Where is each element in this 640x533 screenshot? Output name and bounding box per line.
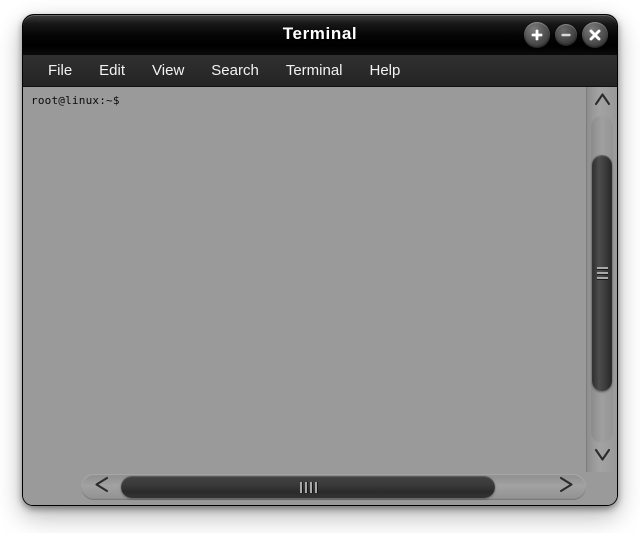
scroll-right-button[interactable] <box>548 476 582 498</box>
close-icon <box>588 28 602 42</box>
terminal-prompt-line: root@linux:~$ <box>31 94 120 107</box>
terminal-row: root@linux:~$ <box>23 87 617 472</box>
menu-item-help[interactable]: Help <box>359 59 412 82</box>
vertical-scrollbar[interactable] <box>586 87 617 472</box>
window-body: root@linux:~$ <box>23 87 617 505</box>
window-controls <box>524 22 608 48</box>
minimize-button[interactable] <box>555 24 577 46</box>
screen: Terminal File Edit View Search Terminal … <box>0 0 640 533</box>
title-bar[interactable]: Terminal <box>23 15 617 55</box>
scroll-left-button[interactable] <box>85 476 119 498</box>
grip-line <box>596 276 608 279</box>
horizontal-scroll-track[interactable] <box>121 476 546 498</box>
grip-line <box>314 481 317 493</box>
chevron-down-icon <box>594 447 611 467</box>
vertical-scroll-track[interactable] <box>591 116 613 443</box>
menu-bar: File Edit View Search Terminal Help <box>23 55 617 87</box>
grip-line <box>299 481 302 493</box>
menu-item-file[interactable]: File <box>37 59 83 82</box>
chevron-right-icon <box>556 476 575 498</box>
menu-item-view[interactable]: View <box>141 59 195 82</box>
grip-line <box>596 271 608 274</box>
minus-icon <box>560 29 572 41</box>
scroll-up-button[interactable] <box>589 90 615 114</box>
terminal-output-area[interactable]: root@linux:~$ <box>23 87 586 472</box>
plus-icon <box>530 28 544 42</box>
menu-item-search[interactable]: Search <box>200 59 270 82</box>
close-button[interactable] <box>582 22 608 48</box>
menu-item-edit[interactable]: Edit <box>88 59 136 82</box>
horizontal-scrollbar-row <box>23 472 617 505</box>
terminal-window: Terminal File Edit View Search Terminal … <box>22 14 618 506</box>
horizontal-scrollbar[interactable] <box>81 474 586 500</box>
scroll-down-button[interactable] <box>589 445 615 469</box>
chevron-left-icon <box>93 476 112 498</box>
grip-line <box>304 481 307 493</box>
chevron-up-icon <box>594 92 611 112</box>
grip-line <box>596 266 608 269</box>
grip-line <box>309 481 312 493</box>
maximize-button[interactable] <box>524 22 550 48</box>
vertical-scroll-thumb[interactable] <box>592 155 612 391</box>
menu-item-terminal[interactable]: Terminal <box>275 59 354 82</box>
horizontal-scroll-thumb[interactable] <box>121 476 495 498</box>
